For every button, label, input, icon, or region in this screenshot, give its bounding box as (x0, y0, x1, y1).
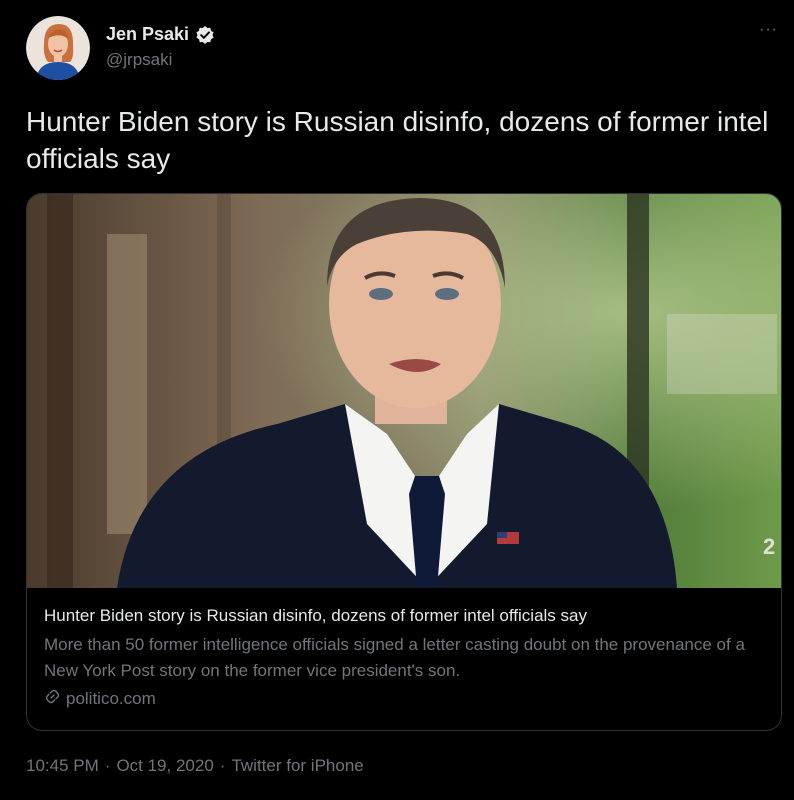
author-name-row: Jen Psaki (106, 24, 215, 45)
card-image: 2 (27, 194, 781, 588)
tweet-time[interactable]: 10:45 PM (26, 756, 99, 776)
author-name[interactable]: Jen Psaki (106, 24, 189, 45)
card-image-watermark: 2 (763, 534, 775, 559)
author-handle[interactable]: @jrpsaki (106, 50, 215, 70)
tweet-date[interactable]: Oct 19, 2020 (116, 756, 213, 776)
card-domain: politico.com (66, 689, 156, 708)
card-title: Hunter Biden story is Russian disinfo, d… (44, 606, 587, 625)
meta-separator: · (219, 756, 226, 775)
author-block: Jen Psaki @jrpsaki (106, 24, 215, 70)
link-icon (44, 688, 61, 710)
card-body: Hunter Biden story is Russian disinfo, d… (44, 604, 765, 710)
link-card[interactable]: 2 Hunter Biden story is Russian disinfo,… (26, 193, 782, 731)
avatar-image (26, 16, 90, 80)
card-description: More than 50 former intelligence officia… (44, 635, 745, 680)
more-options-icon[interactable]: ··· (759, 22, 778, 38)
tweet-text: Hunter Biden story is Russian disinfo, d… (26, 106, 769, 174)
avatar[interactable] (26, 16, 90, 80)
tweet-source[interactable]: Twitter for iPhone (231, 756, 363, 776)
tweet-meta: 10:45 PM · Oct 19, 2020 · Twitter for iP… (26, 756, 364, 776)
card-domain-row: politico.com (44, 688, 765, 710)
tweet: Jen Psaki @jrpsaki ··· Hunter Biden stor… (0, 0, 794, 800)
verified-badge-icon (195, 25, 215, 45)
meta-separator: · (104, 756, 111, 775)
